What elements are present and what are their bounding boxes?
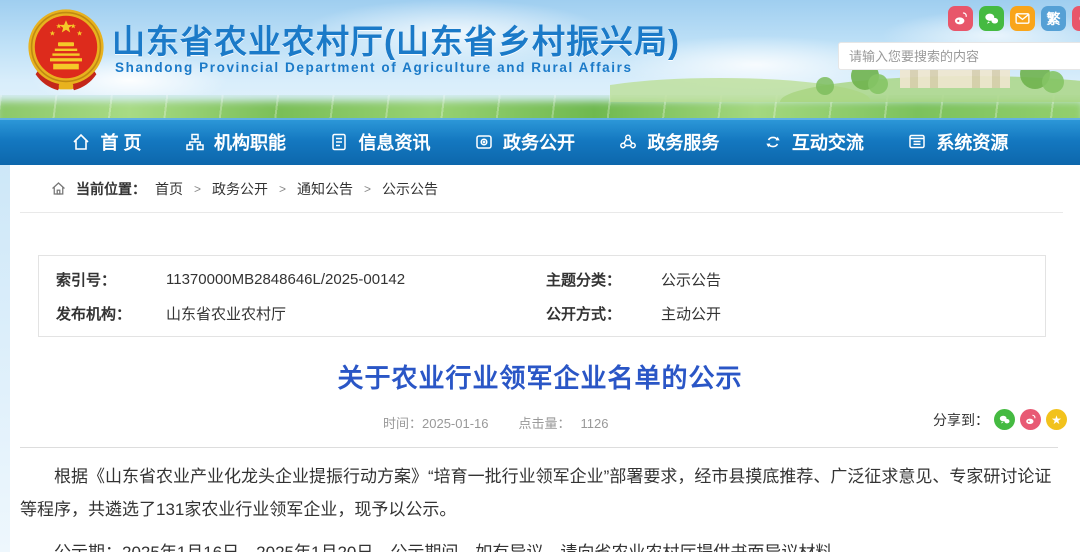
page-title: 关于农业行业领军企业名单的公示 (0, 358, 1080, 395)
nav-label: 互动交流 (792, 129, 864, 155)
wechat-glyph (983, 10, 1000, 27)
disclosure-icon (474, 132, 494, 152)
info-label-method: 公开方式： (546, 303, 661, 324)
info-value-category: 公示公告 (661, 269, 721, 290)
extra-glyph (1076, 10, 1080, 27)
nav-item-resources[interactable]: 系统资源 (907, 129, 1008, 155)
wechat-icon[interactable] (979, 6, 1004, 31)
breadcrumb-item-home[interactable]: 首页 (155, 179, 183, 199)
info-row: 索引号： 11370000MB2848646L/2025-00142 主题分类：… (56, 262, 1045, 296)
header-quick-links: 繁 (948, 6, 1080, 31)
info-value-publisher: 山东省农业农村厅 (166, 303, 546, 324)
info-label-category: 主题分类： (546, 269, 661, 290)
resource-icon (907, 132, 927, 152)
breadcrumb-item-notices[interactable]: 通知公告 (297, 179, 353, 199)
nav-item-news[interactable]: 信息资讯 (329, 129, 430, 155)
article-paragraph: 公示期：2025年1月16日—2025年1月20日。公示期间，如有异议，请向省农… (20, 536, 1060, 552)
home-icon (71, 132, 91, 152)
nav-label: 机构职能 (214, 129, 286, 155)
mail-icon[interactable] (1010, 6, 1035, 31)
interact-icon (763, 132, 783, 152)
breadcrumb-item-announcements[interactable]: 公示公告 (382, 179, 438, 199)
qzone-share-icon[interactable]: ★ (1046, 409, 1067, 430)
weibo-share-icon[interactable] (1020, 409, 1041, 430)
lang-label: 繁 (1047, 9, 1061, 29)
info-label-index: 索引号： (56, 269, 166, 290)
content-divider (20, 447, 1058, 448)
breadcrumb-separator: > (279, 182, 286, 196)
wechat-share-icon[interactable] (994, 409, 1015, 430)
main-nav: 首 页 机构职能 信息资讯 政务公开 政务服务 互动交流 (0, 118, 1080, 165)
nav-label: 首 页 (100, 129, 141, 155)
nav-item-functions[interactable]: 机构职能 (185, 129, 286, 155)
nav-label: 政务公开 (503, 129, 575, 155)
article-meta-row: 时间：2025-01-16 点击量： 1126 分享到： ★ (0, 408, 1080, 434)
nav-item-disclosure[interactable]: 政务公开 (474, 129, 575, 155)
breadcrumb-separator: > (194, 182, 201, 196)
org-icon (185, 132, 205, 152)
nav-label: 信息资讯 (358, 129, 430, 155)
article-body: 根据《山东省农业产业化龙头企业提振行动方案》“培育一批行业领军企业”部署要求，经… (0, 460, 1080, 552)
time-value: 2025-01-16 (422, 416, 489, 431)
nav-label: 系统资源 (936, 129, 1008, 155)
weibo-glyph (1024, 413, 1037, 426)
share-label: 分享到： (933, 410, 989, 430)
nav-item-home[interactable]: 首 页 (71, 129, 141, 155)
info-label-publisher: 发布机构： (56, 303, 166, 324)
nav-item-services[interactable]: 政务服务 (618, 129, 719, 155)
extra-icon[interactable] (1072, 6, 1080, 31)
wechat-glyph (998, 413, 1011, 426)
weibo-glyph (952, 10, 969, 27)
mail-glyph (1014, 10, 1031, 27)
breadcrumb-item-disclosure[interactable]: 政务公开 (212, 179, 268, 199)
hits-value: 1126 (581, 416, 609, 431)
info-row: 发布机构： 山东省农业农村厅 公开方式： 主动公开 (56, 296, 1045, 330)
weibo-icon[interactable] (948, 6, 973, 31)
nav-label: 政务服务 (647, 129, 719, 155)
page-edge-strip (0, 165, 10, 552)
site-subtitle-english: Shandong Provincial Department of Agricu… (115, 60, 633, 75)
info-value-method: 主动公开 (661, 303, 721, 324)
lang-traditional-button[interactable]: 繁 (1041, 6, 1066, 31)
info-value-index: 11370000MB2848646L/2025-00142 (166, 271, 546, 288)
nav-item-interaction[interactable]: 互动交流 (763, 129, 864, 155)
site-header: 山东省农业农村厅(山东省乡村振兴局) Shandong Provincial D… (0, 0, 1080, 118)
time-label: 时间： (383, 416, 422, 431)
article-paragraph: 根据《山东省农业产业化龙头企业提振行动方案》“培育一批行业领军企业”部署要求，经… (20, 460, 1060, 526)
home-icon (50, 180, 67, 197)
national-emblem-logo (26, 7, 106, 95)
share-bar: 分享到： ★ (933, 409, 1067, 430)
document-info-table: 索引号： 11370000MB2848646L/2025-00142 主题分类：… (38, 255, 1046, 337)
breadcrumb-label: 当前位置： (76, 179, 146, 199)
breadcrumb: 当前位置： 首页 > 政务公开 > 通知公告 > 公示公告 (20, 165, 1063, 213)
news-icon (329, 132, 349, 152)
article-meta: 时间：2025-01-16 点击量： 1126 (383, 413, 609, 432)
star-glyph: ★ (1051, 413, 1062, 427)
search-input[interactable] (838, 42, 1080, 70)
hits-label: 点击量： (519, 416, 571, 431)
service-icon (618, 132, 638, 152)
breadcrumb-separator: > (364, 182, 371, 196)
site-title: 山东省农业农村厅(山东省乡村振兴局) (112, 15, 680, 63)
